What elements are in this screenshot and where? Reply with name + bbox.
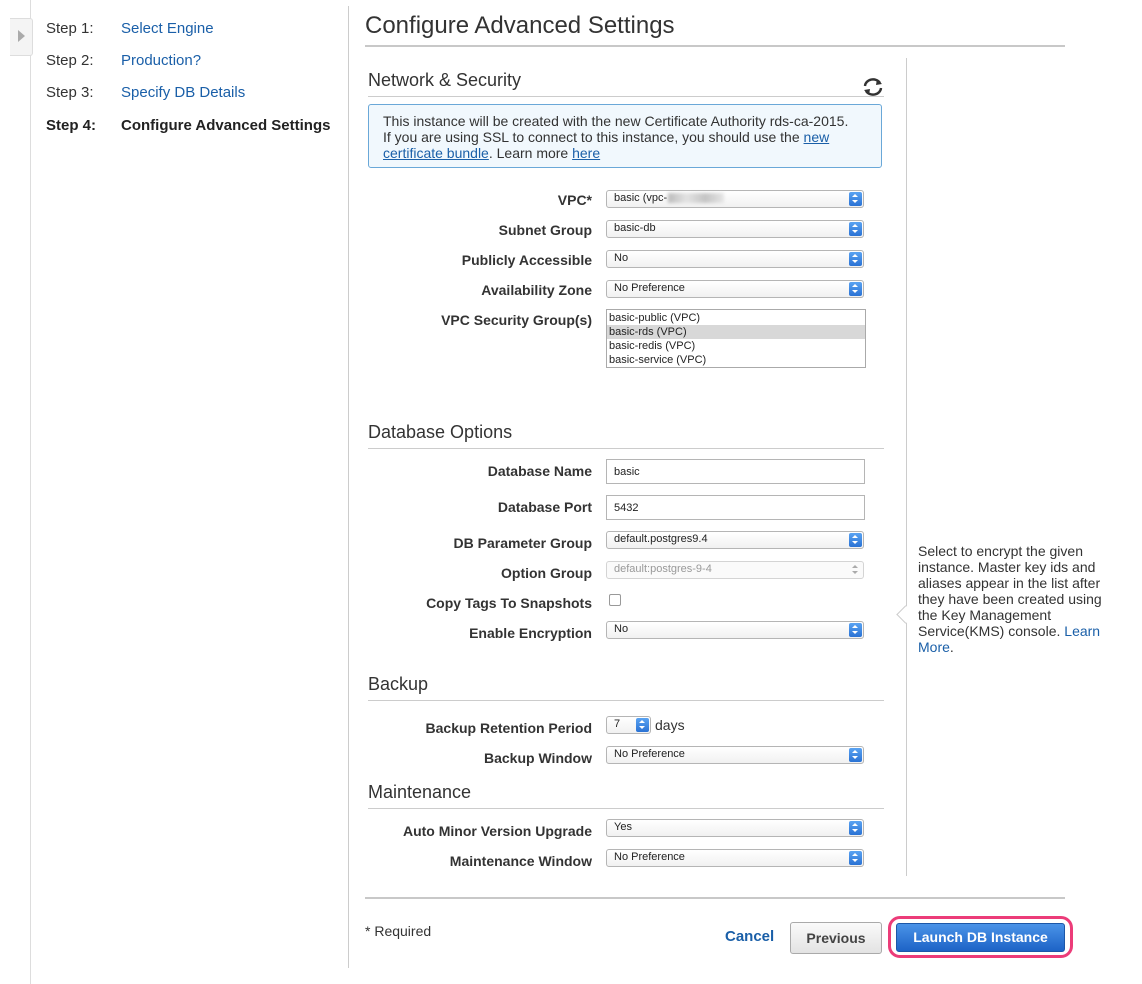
security-groups-label: VPC Security Group(s): [441, 312, 592, 328]
auto-minor-upgrade-value: Yes: [614, 821, 632, 833]
db-parameter-group-label: DB Parameter Group: [453, 535, 592, 551]
info-line-1: This instance will be created with the n…: [383, 113, 849, 129]
security-group-option[interactable]: basic-public (VPC): [607, 311, 865, 325]
security-group-option[interactable]: basic-service (VPC): [607, 353, 865, 367]
database-options-divider: [368, 448, 884, 449]
certificate-info-box: This instance will be created with the n…: [368, 104, 882, 168]
title-divider: [365, 45, 1065, 47]
subnet-group-select[interactable]: basic-db: [606, 220, 864, 238]
help-pointer: [896, 605, 915, 624]
database-port-label: Database Port: [497, 499, 592, 515]
security-groups-listbox[interactable]: basic-public (VPC) basic-rds (VPC) basic…: [606, 309, 866, 368]
database-port-input[interactable]: [606, 495, 865, 520]
select-arrows-icon: [849, 222, 862, 236]
network-section-divider: [368, 96, 884, 97]
step-1-link[interactable]: Select Engine: [121, 20, 214, 37]
refresh-icon[interactable]: [861, 77, 885, 97]
select-arrows-icon: [849, 821, 862, 835]
new-link[interactable]: new: [804, 129, 830, 145]
option-group-select: default:postgres-9-4: [606, 561, 864, 579]
step-4-number: Step 4:: [46, 117, 97, 134]
maintenance-section-divider: [368, 808, 884, 809]
publicly-accessible-select[interactable]: No: [606, 250, 864, 268]
vpc-select-value: basic (vpc-: [614, 192, 668, 204]
auto-minor-upgrade-label: Auto Minor Version Upgrade: [402, 823, 592, 839]
security-group-option[interactable]: basic-redis (VPC): [607, 339, 865, 353]
select-arrows-icon: [849, 851, 862, 865]
backup-window-select[interactable]: No Preference: [606, 746, 864, 764]
backup-retention-select[interactable]: 7: [606, 716, 651, 734]
enable-encryption-label: Enable Encryption: [469, 625, 592, 641]
previous-button[interactable]: Previous: [790, 922, 882, 954]
required-note: * Required: [365, 923, 432, 939]
here-link[interactable]: here: [572, 145, 600, 161]
database-name-input[interactable]: [606, 459, 865, 484]
maintenance-window-select[interactable]: No Preference: [606, 849, 864, 867]
backup-section-title: Backup: [368, 674, 429, 694]
vpc-label: VPC*: [557, 192, 592, 208]
subnet-group-label: Subnet Group: [498, 222, 592, 238]
option-group-label: Option Group: [501, 565, 592, 581]
database-options-title: Database Options: [368, 422, 513, 442]
availability-zone-select[interactable]: No Preference: [606, 280, 864, 298]
maintenance-window-label: Maintenance Window: [449, 853, 592, 869]
nav-divider: [348, 6, 349, 968]
backup-retention-label: Backup Retention Period: [425, 720, 592, 736]
availability-zone-label: Availability Zone: [481, 282, 592, 298]
select-arrows-icon: [849, 748, 862, 762]
step-3-number: Step 3:: [46, 84, 94, 101]
select-arrows-icon: [849, 623, 862, 637]
security-group-option-selected[interactable]: basic-rds (VPC): [607, 325, 865, 339]
help-panel-divider: [906, 58, 907, 876]
step-2-link[interactable]: Production?: [121, 52, 201, 69]
backup-window-value: No Preference: [614, 748, 685, 760]
backup-retention-unit: days: [655, 717, 685, 733]
footer-divider: [365, 897, 1065, 899]
publicly-accessible-label: Publicly Accessible: [461, 252, 592, 268]
select-arrows-icon: [636, 718, 649, 732]
left-rail: [0, 0, 31, 984]
step-3-link[interactable]: Specify DB Details: [121, 84, 245, 101]
select-arrows-icon: [849, 533, 862, 547]
select-arrows-icon: [849, 282, 862, 296]
step-4-current: Configure Advanced Settings: [121, 117, 331, 134]
network-section-title: Network & Security: [368, 70, 522, 90]
select-arrows-icon: [849, 252, 862, 266]
select-arrows-icon: [849, 192, 862, 206]
maintenance-section-title: Maintenance: [368, 782, 472, 802]
copy-tags-label: Copy Tags To Snapshots: [426, 595, 592, 611]
backup-section-divider: [368, 700, 884, 701]
maintenance-window-value: No Preference: [614, 851, 685, 863]
chevron-right-icon[interactable]: [18, 30, 25, 42]
help-tail: .: [949, 639, 954, 655]
db-parameter-group-select[interactable]: default.postgres9.4: [606, 531, 864, 549]
copy-tags-checkbox[interactable]: [609, 594, 621, 606]
enable-encryption-value: No: [614, 623, 629, 635]
availability-zone-value: No Preference: [614, 282, 685, 294]
page-title: Configure Advanced Settings: [365, 12, 675, 39]
info-line-2: If you are using SSL to connect to this …: [383, 129, 804, 145]
step-2-number: Step 2:: [46, 52, 94, 69]
backup-window-label: Backup Window: [484, 750, 592, 766]
subnet-group-value: basic-db: [614, 222, 656, 234]
select-arrows-icon: [849, 563, 862, 577]
backup-retention-value: 7: [614, 718, 621, 730]
db-parameter-group-value: default.postgres9.4: [614, 533, 708, 545]
encryption-help-text: Select to encrypt the given instance. Ma…: [918, 543, 1108, 655]
redacted-vpc-id: [668, 193, 725, 204]
publicly-accessible-value: No: [614, 252, 629, 264]
vpc-select[interactable]: basic (vpc-: [606, 190, 864, 208]
enable-encryption-select[interactable]: No: [606, 621, 864, 639]
auto-minor-upgrade-select[interactable]: Yes: [606, 819, 864, 837]
learn-more-text: . Learn more: [488, 145, 573, 161]
option-group-value: default:postgres-9-4: [614, 563, 712, 575]
certificate-bundle-link[interactable]: certificate bundle: [383, 145, 489, 161]
database-name-label: Database Name: [487, 463, 592, 479]
launch-db-instance-button[interactable]: Launch DB Instance: [896, 923, 1065, 952]
cancel-link[interactable]: Cancel: [725, 928, 774, 945]
step-1-number: Step 1:: [46, 20, 94, 37]
